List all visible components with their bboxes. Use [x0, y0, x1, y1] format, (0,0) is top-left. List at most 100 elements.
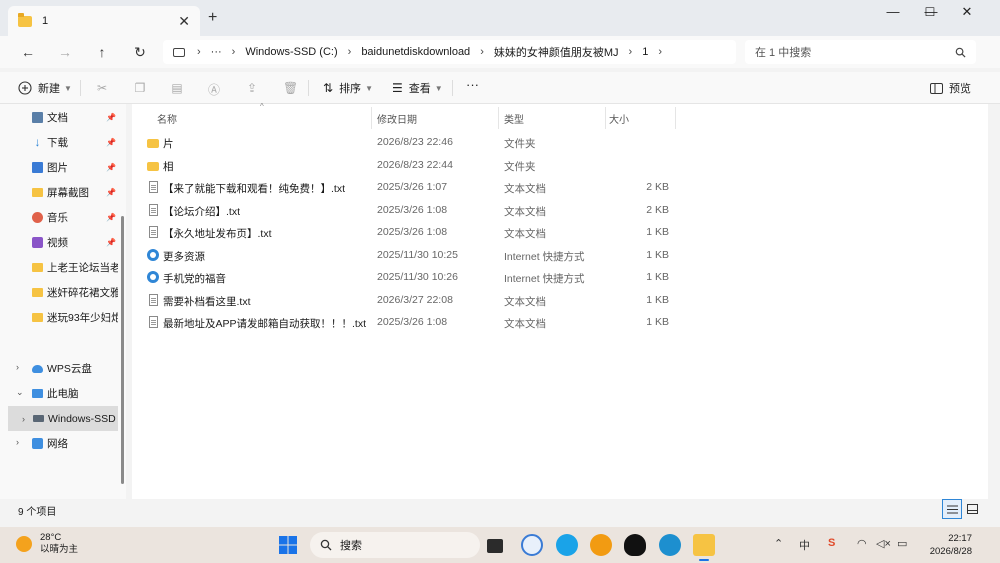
chevron-up-icon[interactable]: ⌃ — [774, 537, 783, 550]
pin-icon: 📌 — [106, 113, 116, 122]
file-name: 需要补档看这里.txt — [163, 295, 251, 308]
sidebar-item-music[interactable]: 音乐 📌 — [32, 205, 126, 230]
file-row[interactable]: 【永久地址发布页】.txt 2025/3/26 1:08 文本文档 1 KB — [132, 222, 692, 244]
column-header-name[interactable]: 名称 — [157, 107, 177, 129]
file-modified: 2025/3/26 1:08 — [377, 316, 448, 328]
sidebar-item-downloads[interactable]: ↓ 下载 📌 — [32, 130, 126, 155]
ime-indicator[interactable]: 中 — [799, 537, 810, 553]
close-icon[interactable]: ✕ — [949, 2, 985, 22]
new-button[interactable]: 新建 ▼ — [18, 80, 72, 96]
back-arrow-icon[interactable]: ← — [18, 42, 38, 62]
drive-icon — [33, 415, 44, 422]
chevron-right-icon[interactable]: › — [16, 362, 19, 372]
address-bar[interactable]: › ··· › Windows-SSD (C:) › baidunetdiskd… — [163, 40, 736, 64]
file-row[interactable]: 【来了就能下载和观看！纯免费！】.txt 2025/3/26 1:07 文本文档 2 … — [132, 177, 692, 199]
file-row[interactable]: 相 2026/8/23 22:44 文件夹 — [132, 155, 692, 177]
column-header-size[interactable]: 大小 — [609, 107, 629, 129]
clock[interactable]: 22:17 2026/8/28 — [918, 532, 972, 558]
tab-close-icon[interactable]: ✕ — [178, 13, 190, 30]
preview-button[interactable]: 预览 — [930, 80, 971, 96]
maximize-icon[interactable]: ☐ — [912, 2, 948, 22]
sidebar-item-folder[interactable]: 迷玩93年少妇炮友 — [32, 305, 118, 330]
search-icon — [320, 539, 332, 551]
wifi-icon[interactable]: ◠ — [857, 537, 867, 550]
sort-button[interactable]: ⇅ 排序 ▼ — [323, 80, 373, 96]
taskbar-search[interactable]: 搜索 — [310, 532, 480, 558]
sidebar-item-wps-cloud[interactable]: WPS云盘 — [32, 356, 126, 381]
breadcrumb-folder[interactable]: 妹妹的女神颜值朋友被MJ — [494, 44, 619, 60]
weather-widget[interactable]: 28°C 以晴为主 — [16, 532, 78, 556]
date: 2026/8/28 — [929, 546, 972, 557]
sidebar-item-folder[interactable]: 迷奸碎花裙文雅女 — [32, 280, 118, 305]
file-row[interactable]: 片 2026/8/23 22:46 文件夹 — [132, 132, 692, 154]
copy-icon[interactable]: ❐ — [133, 81, 147, 95]
qq-icon[interactable] — [624, 534, 646, 556]
minimize-icon[interactable]: — — [875, 2, 911, 22]
view-label: 查看 — [408, 83, 431, 95]
sidebar-item-windows-ssd[interactable]: › Windows-SSD (C:) — [8, 406, 118, 431]
column-divider[interactable] — [371, 107, 372, 129]
sidebar-scrollbar[interactable] — [121, 216, 124, 484]
sort-ascending-icon: ^ — [260, 102, 264, 111]
speaker-muted-icon[interactable]: ◁× — [876, 537, 891, 550]
sidebar-item-folder[interactable]: 上老王论坛当老司机 — [32, 255, 118, 280]
sidebar-item-this-pc[interactable]: 此电脑 — [32, 381, 126, 406]
file-explorer-icon[interactable] — [693, 534, 715, 556]
breadcrumb-overflow[interactable]: ··· — [211, 46, 222, 58]
copilot-icon[interactable] — [521, 534, 543, 556]
chevron-right-icon[interactable]: › — [16, 437, 19, 447]
battery-icon[interactable]: ▭ — [897, 537, 907, 550]
more-options-button[interactable]: ··· — [466, 77, 479, 92]
file-type: 文本文档 — [504, 228, 546, 240]
sun-icon — [16, 536, 32, 552]
navigation-bar: ← → ↑ ↻ › ··· › Windows-SSD (C:) › baidu… — [0, 36, 1000, 68]
file-row[interactable]: 更多资源 2025/11/30 10:25 Internet 快捷方式 1 KB — [132, 245, 692, 267]
sidebar-item-pictures[interactable]: 图片 📌 — [32, 155, 126, 180]
paste-icon[interactable]: ▤ — [170, 81, 184, 95]
folder-icon — [32, 288, 43, 297]
details-view-button[interactable] — [942, 499, 962, 519]
sidebar-item-documents[interactable]: 文档 📌 — [32, 105, 126, 130]
task-view-icon[interactable] — [487, 539, 503, 553]
column-header-modified[interactable]: 修改日期 — [377, 107, 417, 129]
cut-icon[interactable]: ✂ — [95, 81, 109, 95]
search-input[interactable]: 在 1 中搜索 — [745, 40, 976, 64]
file-row[interactable]: 需要补档看这里.txt 2026/3/27 22:08 文本文档 1 KB — [132, 290, 692, 312]
share-icon[interactable]: ⇪ — [245, 81, 259, 95]
sidebar-item-network[interactable]: 网络 — [32, 431, 126, 456]
column-divider[interactable] — [605, 107, 606, 129]
breadcrumb-current[interactable]: 1 — [642, 46, 648, 58]
app-icon[interactable] — [590, 534, 612, 556]
breadcrumb-drive[interactable]: Windows-SSD (C:) — [245, 46, 337, 58]
start-button[interactable] — [277, 534, 299, 556]
sort-label: 排序 — [339, 83, 362, 95]
file-size: 1 KB — [646, 226, 669, 238]
sidebar-item-screenshots[interactable]: 屏幕截图 📌 — [32, 180, 126, 205]
status-bar: 9 个项目 — [0, 499, 1000, 527]
file-row[interactable]: 最新地址及APP请发邮箱自动获取！！！.txt 2025/3/26 1:08 文本文… — [132, 312, 692, 334]
forward-arrow-icon[interactable]: → — [55, 42, 75, 62]
file-row[interactable]: 手机党的福音 2025/11/30 10:26 Internet 快捷方式 1 KB — [132, 267, 692, 289]
column-header-type[interactable]: 类型 — [504, 107, 524, 129]
view-button[interactable]: ☰ 查看 ▼ — [392, 80, 443, 96]
edge-icon[interactable] — [659, 534, 681, 556]
column-divider[interactable] — [675, 107, 676, 129]
browser-icon[interactable] — [556, 534, 578, 556]
wps-tray-icon[interactable]: S — [828, 537, 835, 549]
breadcrumb-download[interactable]: baidunetdiskdownload — [361, 46, 470, 58]
chevron-down-icon[interactable]: ⌄ — [16, 387, 24, 398]
up-arrow-icon[interactable]: ↑ — [92, 42, 112, 62]
tab-current[interactable]: 1 ✕ — [8, 6, 200, 36]
column-divider[interactable] — [498, 107, 499, 129]
search-label: 搜索 — [340, 540, 362, 552]
refresh-icon[interactable]: ↻ — [130, 42, 150, 62]
divider — [308, 80, 309, 96]
rename-icon[interactable]: Ⓐ — [207, 81, 221, 97]
file-row[interactable]: 【论坛介绍】.txt 2025/3/26 1:08 文本文档 2 KB — [132, 200, 692, 222]
tiles-view-button[interactable] — [962, 499, 982, 519]
new-tab-button[interactable]: + — [208, 9, 217, 27]
file-size: 2 KB — [646, 203, 669, 216]
delete-icon[interactable]: 🗑 — [283, 81, 298, 95]
file-type: 文本文档 — [504, 295, 546, 308]
sidebar-item-videos[interactable]: 视频 📌 — [32, 230, 126, 255]
